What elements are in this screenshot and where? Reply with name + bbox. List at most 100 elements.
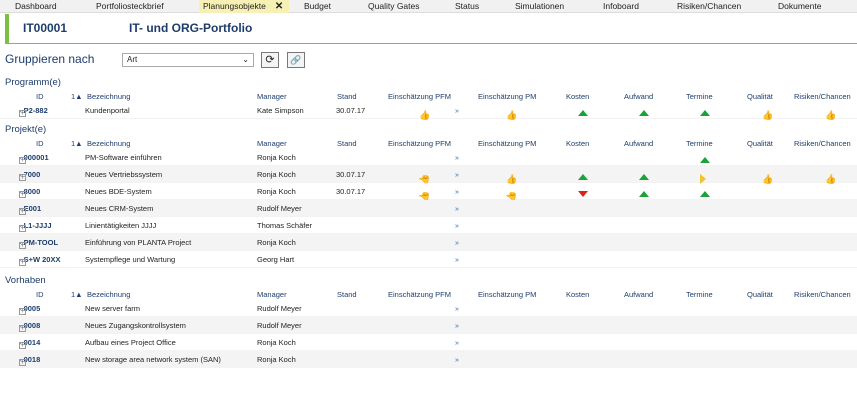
column-header-stand[interactable]: Stand	[337, 290, 357, 299]
column-header-risiken[interactable]: Risiken/Chancen	[794, 139, 851, 148]
table-row[interactable]: + - 7000 Neues Vertriebssystem Ronja Koch 30…	[0, 166, 857, 185]
expand-icon[interactable]: +	[19, 110, 26, 117]
table-row[interactable]: + - 8000 Neues BDE-System Ronja Koch 30.07.1…	[0, 183, 857, 202]
column-header-bez[interactable]: Bezeichnung	[87, 290, 130, 299]
row-id-link[interactable]: + - L1-JJJJ	[19, 221, 52, 232]
refresh-button[interactable]: ⟳	[261, 52, 279, 68]
column-header-risiken[interactable]: Risiken/Chancen	[794, 290, 851, 299]
row-id-link[interactable]: + - PM-TOOL	[19, 238, 59, 249]
column-header-id[interactable]: ID	[36, 92, 44, 101]
column-header-pm[interactable]: Einschätzung PM	[478, 290, 536, 299]
expand-icon[interactable]: +	[19, 225, 26, 232]
tab-dashboard[interactable]: Dashboard	[15, 0, 57, 13]
table-row[interactable]: + - 0005 New server farm Rudolf Meyer »	[0, 300, 857, 317]
detail-link-icon[interactable]: »	[455, 257, 459, 264]
column-header-risiken[interactable]: Risiken/Chancen	[794, 92, 851, 101]
expand-icon[interactable]: +	[19, 157, 26, 164]
row-id-link[interactable]: + - 000001	[19, 153, 49, 164]
column-header-termine[interactable]: Termine	[686, 92, 713, 101]
column-header-kosten[interactable]: Kosten	[566, 92, 589, 101]
column-header-qualitaet[interactable]: Qualität	[747, 290, 773, 299]
group-by-select[interactable]: Art ⌄	[122, 53, 254, 67]
column-header-aufwand[interactable]: Aufwand	[624, 139, 653, 148]
tab-status[interactable]: Status	[455, 0, 479, 13]
tab-planungsobjekte[interactable]: Planungsobjekte ✕	[199, 0, 289, 13]
column-header-bez[interactable]: Bezeichnung	[87, 139, 130, 148]
column-header-kosten[interactable]: Kosten	[566, 139, 589, 148]
table-row[interactable]: + - L1-JJJJ Linientätigkeiten JJJJ Thomas S…	[0, 217, 857, 234]
column-header-stand[interactable]: Stand	[337, 139, 357, 148]
column-header-bez[interactable]: Bezeichnung	[87, 92, 130, 101]
column-header-id[interactable]: ID	[36, 290, 44, 299]
expand-icon[interactable]: +	[19, 342, 26, 349]
table-row[interactable]: + - P2-882 Kundenportal Kate Simpson 30.07.1…	[0, 102, 857, 120]
column-header-pfm[interactable]: Einschätzung PFM	[388, 139, 451, 148]
tab-portfoliosteckbrief[interactable]: Portfoliosteckbrief	[96, 0, 164, 13]
table-row[interactable]: + - PM-TOOL Einführung von PLANTA Project R…	[0, 234, 857, 251]
column-header-qualitaet[interactable]: Qualität	[747, 139, 773, 148]
table-row[interactable]: + - 000001 PM-Software einführen Ronja Koch…	[0, 149, 857, 166]
column-header-pfm[interactable]: Einschätzung PFM	[388, 92, 451, 101]
column-header-pm[interactable]: Einschätzung PM	[478, 139, 536, 148]
row-id-link[interactable]: + - 0018	[19, 355, 40, 366]
tab-quality-gates[interactable]: Quality Gates	[368, 0, 420, 13]
table-row[interactable]: + - 0018 New storage area network system (…	[0, 351, 857, 368]
detail-link-icon[interactable]: »	[455, 340, 459, 347]
table-row[interactable]: + - 0014 Aufbau eines Project Office Ronja …	[0, 334, 857, 351]
expand-icon[interactable]: +	[19, 242, 26, 249]
column-header-termine[interactable]: Termine	[686, 290, 713, 299]
detail-link-icon[interactable]: »	[455, 172, 459, 179]
column-header-aufwand[interactable]: Aufwand	[624, 92, 653, 101]
row-id-link[interactable]: + - 0014	[19, 338, 40, 349]
expand-icon[interactable]: +	[19, 191, 26, 198]
detail-link-icon[interactable]: »	[455, 189, 459, 196]
link-button[interactable]: 🔗	[287, 52, 305, 68]
expand-icon[interactable]: +	[19, 325, 26, 332]
column-header-kosten[interactable]: Kosten	[566, 290, 589, 299]
table-row[interactable]: + - S+W 20XX Systempflege und Wartung Georg…	[0, 251, 857, 268]
column-header-stand[interactable]: Stand	[337, 92, 357, 101]
tab-infoboard[interactable]: Infoboard	[603, 0, 639, 13]
row-id-link[interactable]: + - 8000	[19, 187, 40, 198]
row-bezeichnung: PM-Software einführen	[85, 153, 162, 162]
detail-link-icon[interactable]: »	[455, 108, 459, 115]
thumb-up-icon: 👍	[825, 110, 837, 120]
row-id-text: PM-TOOL	[23, 238, 59, 247]
expand-icon[interactable]: +	[19, 174, 26, 181]
detail-link-icon[interactable]: »	[455, 357, 459, 364]
column-header-qualitaet[interactable]: Qualität	[747, 92, 773, 101]
detail-link-icon[interactable]: »	[455, 323, 459, 330]
column-header-pfm[interactable]: Einschätzung PFM	[388, 290, 451, 299]
detail-link-icon[interactable]: »	[455, 155, 459, 162]
column-header-id[interactable]: ID	[36, 139, 44, 148]
expand-icon[interactable]: +	[19, 208, 26, 215]
detail-link-icon[interactable]: »	[455, 206, 459, 213]
column-header-aufwand[interactable]: Aufwand	[624, 290, 653, 299]
detail-link-icon[interactable]: »	[455, 240, 459, 247]
detail-link-icon[interactable]: »	[455, 223, 459, 230]
row-id-link[interactable]: + - S+W 20XX	[19, 255, 61, 266]
row-id-link[interactable]: + - 0008	[19, 321, 40, 332]
row-id-link[interactable]: + - 7000	[19, 170, 40, 181]
column-header-manager[interactable]: Manager	[257, 92, 287, 101]
expand-icon[interactable]: +	[19, 359, 26, 366]
tab-simulationen[interactable]: Simulationen	[515, 0, 564, 13]
tab-risiken-chancen[interactable]: Risiken/Chancen	[677, 0, 741, 13]
table-row[interactable]: + - 0008 Neues Zugangskontrollsystem Rudolf…	[0, 317, 857, 334]
detail-link-icon[interactable]: »	[455, 306, 459, 313]
expand-icon[interactable]: +	[19, 308, 26, 315]
row-id-link[interactable]: + - 0005	[19, 304, 40, 315]
row-id-link[interactable]: + - P2-882	[19, 106, 48, 117]
column-header-manager[interactable]: Manager	[257, 290, 287, 299]
column-header-termine[interactable]: Termine	[686, 139, 713, 148]
table-row[interactable]: + - E001 Neues CRM-System Rudolf Meyer »	[0, 200, 857, 217]
column-header-pm[interactable]: Einschätzung PM	[478, 92, 536, 101]
expand-icon[interactable]: +	[19, 259, 26, 266]
tab-dokumente[interactable]: Dokumente	[778, 0, 821, 13]
row-id-link[interactable]: + - E001	[19, 204, 41, 215]
close-icon[interactable]: ✕	[275, 1, 283, 12]
arrow-down-icon	[578, 191, 588, 197]
tab-budget[interactable]: Budget	[304, 0, 331, 13]
column-header-manager[interactable]: Manager	[257, 139, 287, 148]
arrow-up-icon	[578, 110, 588, 116]
